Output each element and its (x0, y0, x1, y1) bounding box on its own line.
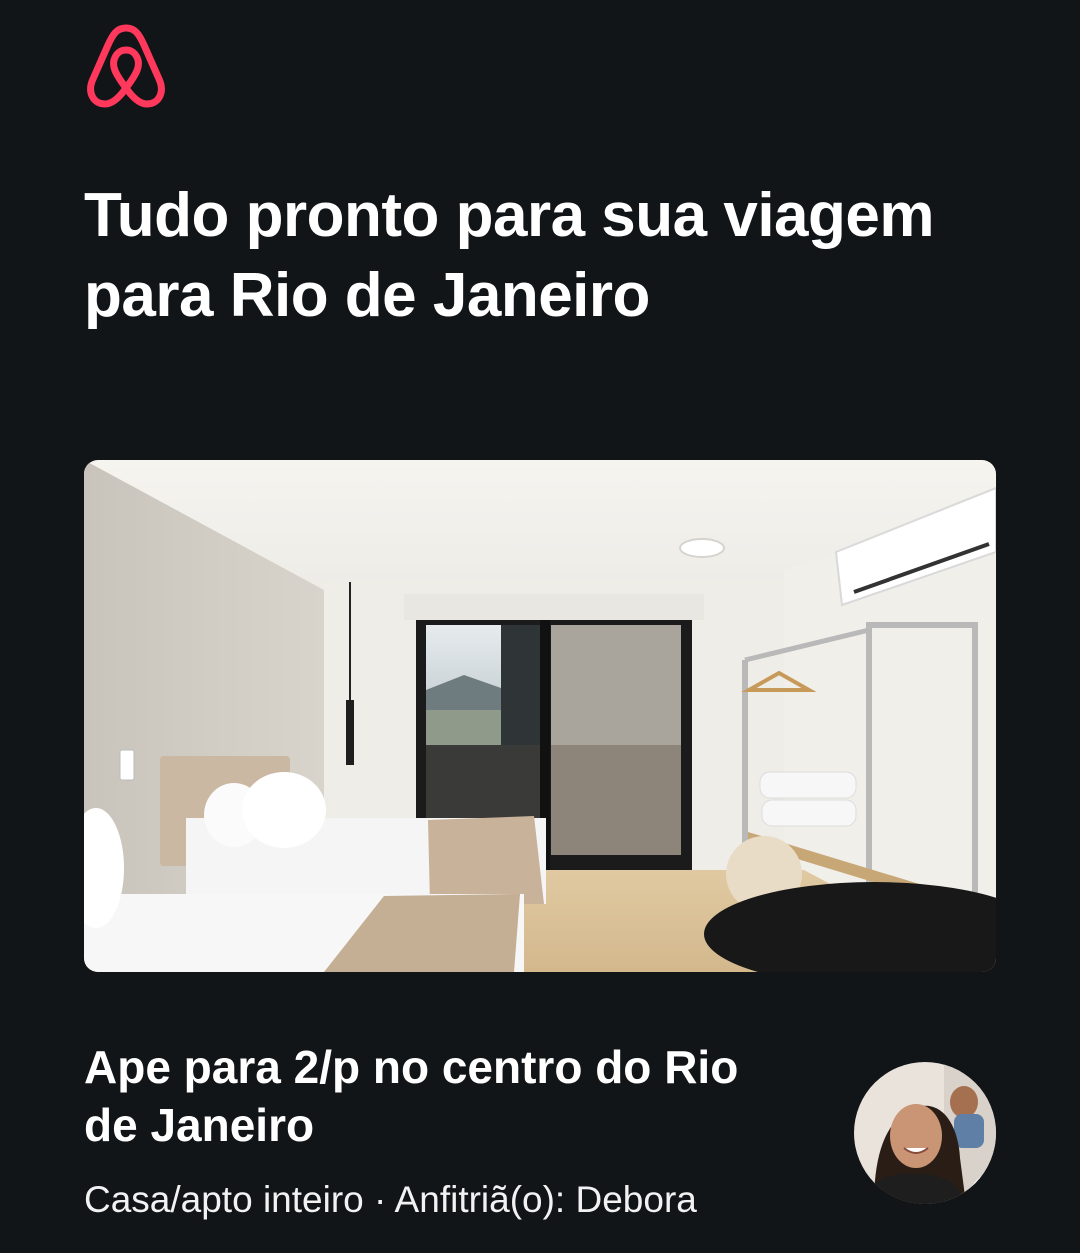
listing-meta: Casa/apto inteiro · Anfitriã(o): Debora (84, 1179, 697, 1220)
listing-photo[interactable] (84, 460, 996, 972)
page-headline: Tudo pronto para sua viagem para Rio de … (84, 181, 935, 330)
host-avatar[interactable] (854, 1062, 996, 1204)
room-photo-illustration (84, 460, 996, 972)
listing-title[interactable]: Ape para 2/p no centro do Rio de Janeiro (84, 1038, 804, 1154)
airbnb-logo-icon (87, 24, 165, 108)
host-avatar-photo (854, 1062, 996, 1204)
